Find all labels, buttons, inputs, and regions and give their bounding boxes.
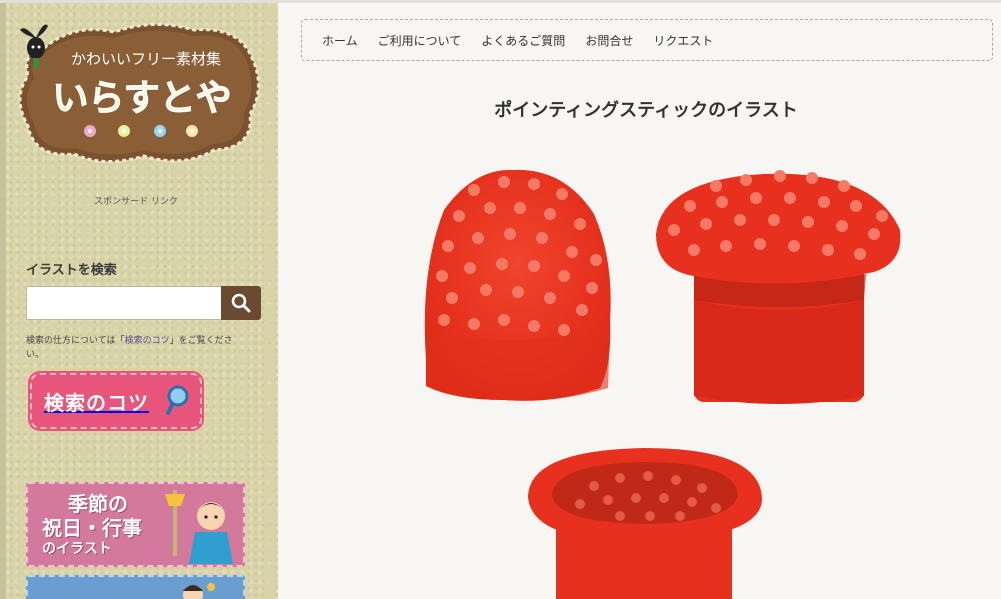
mushroom-cap-icon	[656, 170, 901, 404]
search-input[interactable]	[26, 286, 222, 320]
sponsored-links-label: スポンサード リンク	[94, 197, 178, 207]
seasons-banner-line1: 季節の	[68, 492, 128, 516]
search-tips-link[interactable]: 検索のコツ	[125, 336, 170, 346]
search-note-prefix: 検索の仕方については「	[26, 336, 125, 346]
nav-home[interactable]: ホーム	[312, 32, 368, 49]
post-title: ポインティングスティックのイラスト	[494, 100, 798, 121]
search-heading: イラストを検索	[26, 263, 117, 278]
seasons-banner-line2: 祝日・行事	[42, 516, 142, 540]
search-tips-banner-label: 検索のコツ	[44, 390, 149, 415]
logo-graphic: かわいいフリー素材集 いらすとや	[18, 23, 260, 164]
search-button[interactable]	[221, 286, 261, 320]
concave-cap-icon	[528, 448, 762, 599]
sidebar-scalloped-edge	[264, 3, 282, 599]
global-nav: ホーム ご利用について よくあるご質問 お問合せ リクエスト	[301, 19, 993, 61]
pointing-stick-illustration	[424, 169, 901, 599]
nav-usage[interactable]: ご利用について	[368, 32, 472, 49]
nav-faq[interactable]: よくあるご質問	[471, 32, 575, 49]
events-banner[interactable]	[26, 575, 245, 599]
nav-request[interactable]: リクエスト	[643, 32, 723, 49]
search-help-text: 検索の仕方については「検索のコツ」をご覧ください。	[26, 334, 248, 362]
magnifier-icon	[166, 385, 189, 415]
logo-title: いらすとや	[52, 78, 231, 119]
search-tips-banner[interactable]: 検索のコツ	[28, 371, 204, 431]
boy-character-icon	[165, 490, 233, 564]
logo-tagline: かわいいフリー素材集	[71, 50, 221, 68]
dome-cap-icon	[424, 169, 611, 401]
seasonal-holidays-banner[interactable]: 季節の 祝日・行事 のイラスト	[26, 482, 245, 567]
search-icon	[231, 293, 251, 313]
character-icon	[183, 583, 215, 599]
nav-contact[interactable]: お問合せ	[575, 32, 643, 49]
site-logo[interactable]: かわいいフリー素材集 いらすとや	[14, 18, 264, 168]
seasons-banner-line3: のイラスト	[42, 541, 112, 557]
